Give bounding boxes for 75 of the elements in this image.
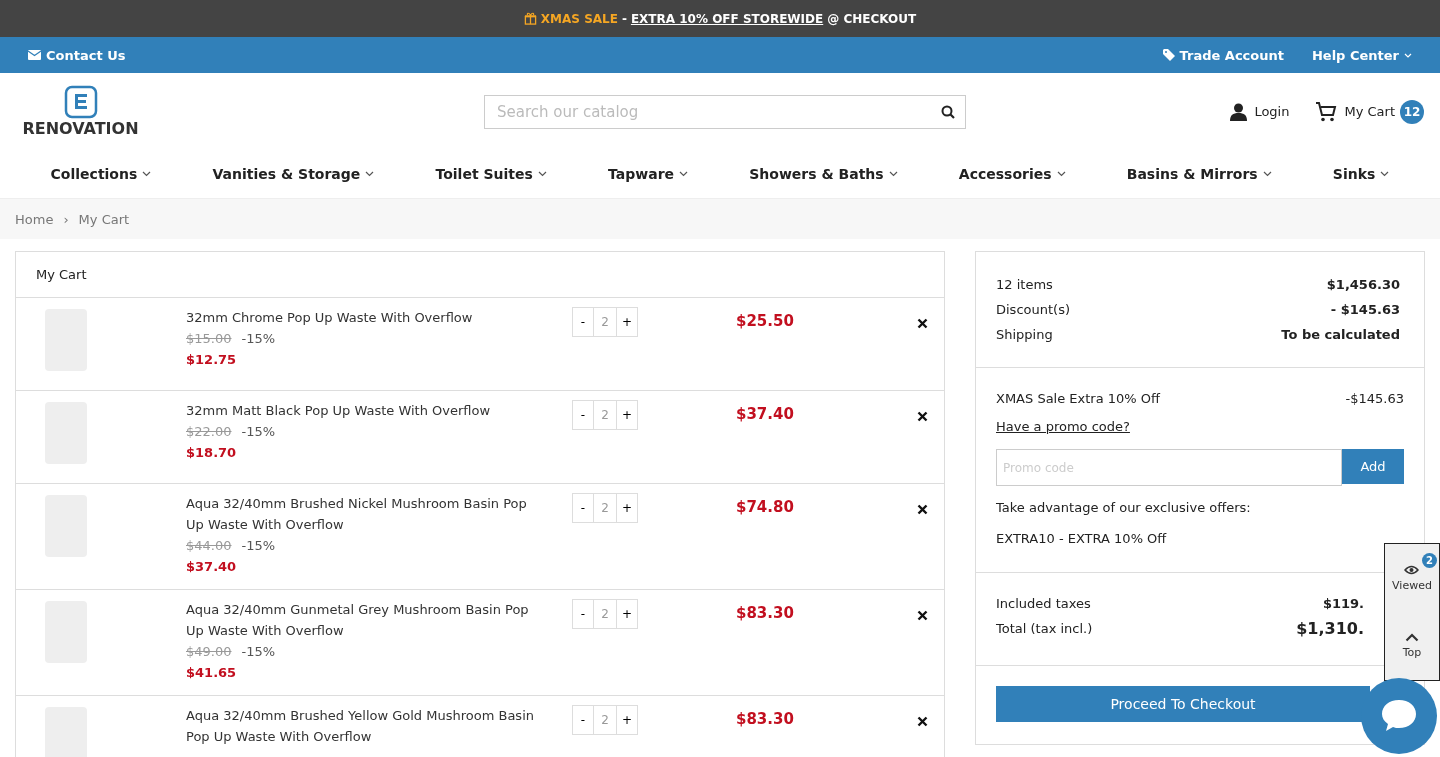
voucher-label: XMAS Sale Extra 10% Off <box>996 390 1161 408</box>
summary-value: To be calculated <box>1281 326 1400 344</box>
offer-link[interactable]: EXTRA 10% OFF STOREWIDE <box>630 11 824 26</box>
help-center-menu[interactable]: Help Center <box>1311 47 1412 63</box>
unit-price: $41.65 <box>186 664 238 682</box>
cart-count-badge: 12 <box>1400 99 1424 124</box>
summary-label: 12 items <box>996 276 1053 294</box>
product-name[interactable]: 32mm Chrome Pop Up Waste With Overflow <box>186 307 546 328</box>
line-total: $74.80 <box>736 498 794 516</box>
product-name[interactable]: Aqua 32/40mm Gunmetal Grey Mushroom Basin Pop Up Waste With Overflow <box>186 599 546 641</box>
increase-button[interactable]: + <box>616 493 638 523</box>
unit-price: $18.70 <box>186 444 238 462</box>
total-label: Total (tax incl.) <box>996 620 1093 638</box>
discount-percent: -15% <box>241 537 276 555</box>
product-name[interactable]: Aqua 32/40mm Brushed Nickel Mushroom Basin Pop Up Waste With Overflow <box>186 493 546 535</box>
promo-code-link[interactable]: Have a promo code? <box>996 417 1404 437</box>
add-button[interactable]: Add <box>1342 449 1404 484</box>
unit-price: $37.40 <box>186 558 238 576</box>
total-label: Included taxes <box>996 595 1091 613</box>
dash-text: - <box>621 11 627 26</box>
discount-percent: -15% <box>241 423 276 441</box>
search-field[interactable]: Search our catalog <box>484 94 966 129</box>
breadcrumb-link[interactable]: Home <box>15 211 54 227</box>
nav-menu-item[interactable]: Tapware <box>608 166 689 182</box>
login-link[interactable]: Login <box>1230 102 1290 121</box>
offer-text: EXTRA10 - EXTRA 10% Off <box>996 531 1168 546</box>
decrease-button[interactable]: - <box>572 705 594 735</box>
product-name[interactable]: Aqua 32/40mm Brushed Yellow Gold Mushroom Basin Pop Up Waste With Overflow <box>186 705 546 747</box>
decrease-button[interactable]: - <box>572 307 594 337</box>
product-name[interactable]: 32mm Matt Black Pop Up Waste With Overflow <box>186 400 546 421</box>
viewed-count-badge: 2 <box>1422 553 1437 568</box>
decrease-button[interactable]: - <box>572 400 594 430</box>
sale-label: XMAS SALE <box>540 11 618 26</box>
cart-title: My Cart <box>16 252 944 298</box>
breadcrumb-link[interactable]: My Cart <box>78 211 130 227</box>
trade-account-link[interactable]: Trade Account <box>1162 47 1284 63</box>
total-value: $119. <box>1322 595 1364 613</box>
nav-menu-item[interactable]: Showers & Baths <box>749 166 898 182</box>
unit-price: $12.75 <box>186 351 238 369</box>
line-total: $83.30 <box>736 604 794 622</box>
old-price: $22.00 <box>186 423 232 441</box>
nav-menu-item[interactable]: Vanities & Storage <box>212 166 375 182</box>
old-price: $49.00 <box>186 643 232 661</box>
summary-label: Discount(s) <box>996 301 1070 319</box>
offers-text: Take advantage of our exclusive offers: <box>996 500 1252 515</box>
cart-link[interactable]: My Cart 12 <box>1315 99 1424 124</box>
contact-link[interactable]: Contact Us <box>28 47 126 63</box>
summary-value: - $145.63 <box>1330 301 1400 319</box>
line-total: $37.40 <box>736 405 794 423</box>
nav-menu-item[interactable]: Collections <box>50 166 152 182</box>
discount-percent: -15% <box>241 330 276 348</box>
increase-button[interactable]: + <box>616 307 638 337</box>
checkout-button[interactable]: Proceed To Checkout <box>996 686 1370 722</box>
old-price: $44.00 <box>186 537 232 555</box>
checkout-text: @ CHECKOUT <box>827 11 917 26</box>
line-total: $25.50 <box>736 312 794 330</box>
summary-value: $1,456.30 <box>1326 276 1400 294</box>
voucher-value: -$145.63 <box>1345 390 1404 408</box>
logo-text: RENOVATION <box>22 119 139 138</box>
increase-button[interactable]: + <box>616 705 638 735</box>
discount-percent: -15% <box>241 643 276 661</box>
decrease-button[interactable]: - <box>572 493 594 523</box>
breadcrumb-separator: › <box>63 211 69 227</box>
decrease-button[interactable]: - <box>572 599 594 629</box>
increase-button[interactable]: + <box>616 599 638 629</box>
nav-menu-item[interactable]: Toilet Suites <box>435 166 547 182</box>
nav-menu-item[interactable]: Basins & Mirrors <box>1126 166 1272 182</box>
nav-menu-item[interactable]: Sinks <box>1332 166 1390 182</box>
back-to-top-button[interactable]: Top <box>1402 633 1422 660</box>
total-value: $1,310. <box>1296 618 1364 640</box>
summary-label: Shipping <box>996 326 1053 344</box>
line-total: $83.30 <box>736 710 794 728</box>
increase-button[interactable]: + <box>616 400 638 430</box>
nav-menu-item[interactable]: Accessories <box>958 166 1066 182</box>
old-price: $15.00 <box>186 330 232 348</box>
